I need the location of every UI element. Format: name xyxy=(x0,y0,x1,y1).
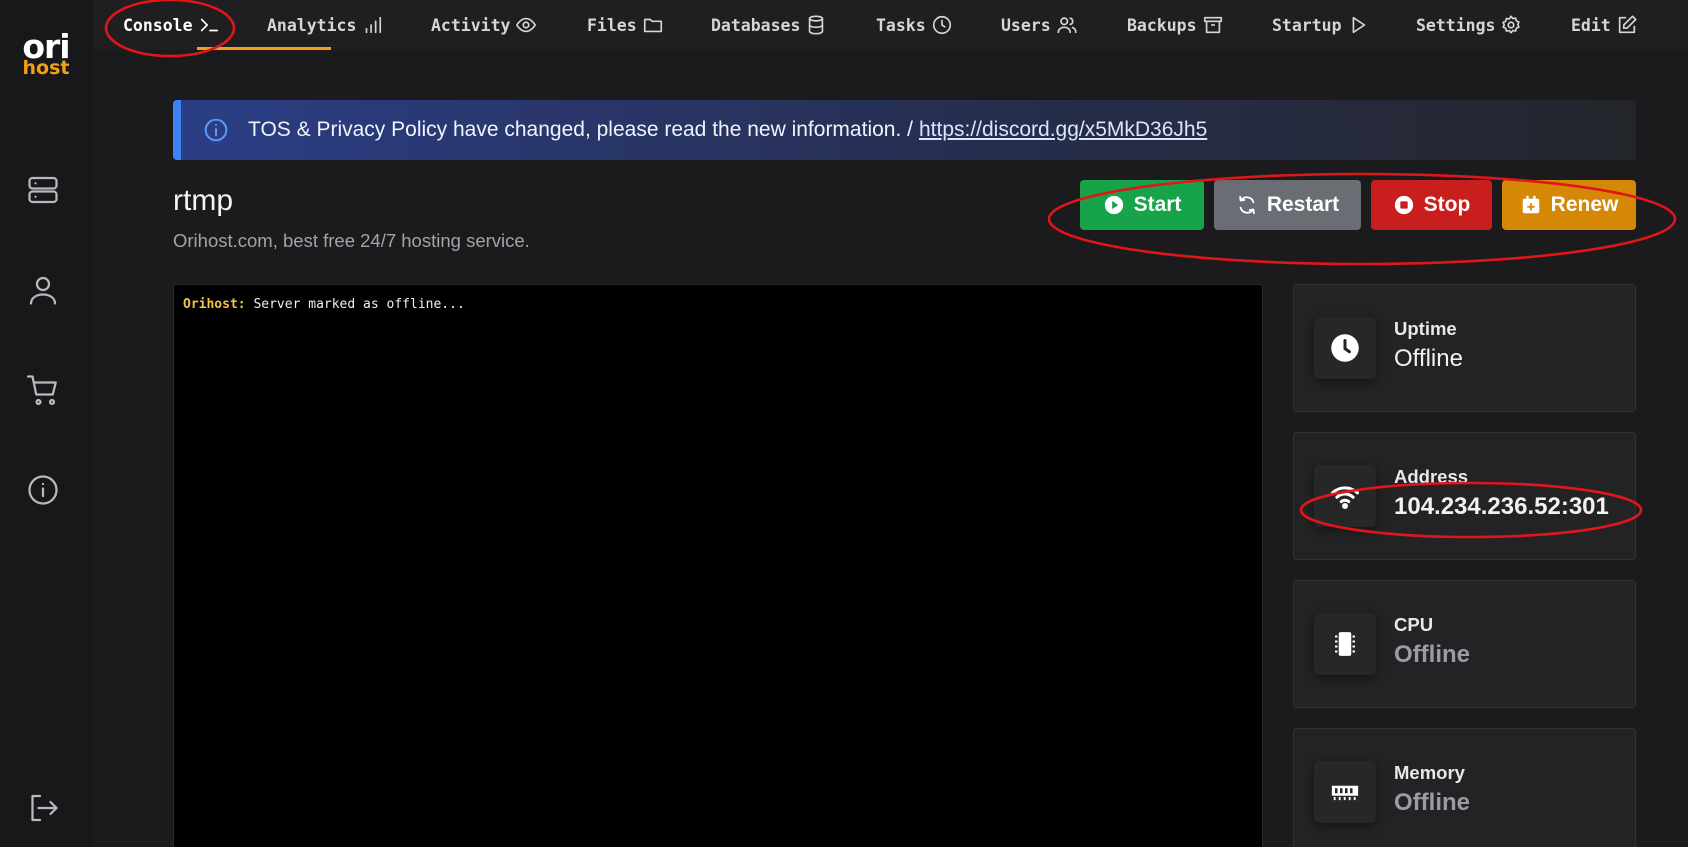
server-name: rtmp xyxy=(173,184,233,217)
tab-backups[interactable]: Backups xyxy=(1127,0,1224,50)
address-icon-box xyxy=(1314,465,1376,527)
announcement-banner: TOS & Privacy Policy have changed, pleas… xyxy=(173,100,1636,160)
users-icon xyxy=(1057,17,1077,34)
bar-chart-icon xyxy=(366,16,382,34)
console-line: Orihost: Server marked as offline... xyxy=(183,297,465,312)
info-icon xyxy=(204,118,228,142)
sidebar-account[interactable] xyxy=(25,272,61,308)
stop-button[interactable]: Stop xyxy=(1371,180,1492,230)
tab-edit[interactable]: Edit xyxy=(1571,0,1638,50)
archive-icon xyxy=(1203,16,1222,34)
sidebar-store[interactable] xyxy=(25,372,61,408)
cpu-card: CPU Offline xyxy=(1293,580,1636,708)
console-prefix: Orihost: xyxy=(183,297,246,312)
user-icon xyxy=(29,276,57,305)
memory-icon-box xyxy=(1314,761,1376,823)
start-label: Start xyxy=(1133,193,1182,216)
announcement-text: TOS & Privacy Policy have changed, pleas… xyxy=(248,100,1207,160)
tab-label: Files xyxy=(587,15,637,35)
active-tab-indicator xyxy=(197,47,331,50)
clock-icon xyxy=(1331,334,1359,362)
tab-label: Tasks xyxy=(876,15,926,35)
stop-label: Stop xyxy=(1423,193,1471,216)
tab-databases[interactable]: Databases xyxy=(711,0,827,50)
restart-label: Restart xyxy=(1266,193,1340,216)
address-value[interactable]: 104.234.236.52:301 xyxy=(1394,493,1629,521)
tab-label: Console xyxy=(123,15,193,35)
calendar-plus-icon xyxy=(1522,195,1539,214)
cpu-icon-box xyxy=(1314,613,1376,675)
discord-link[interactable]: https://discord.gg/x5MkD36Jh5 xyxy=(919,118,1207,142)
memory-label: Memory xyxy=(1394,762,1465,783)
sidebar-info[interactable] xyxy=(25,472,61,508)
brand-logo[interactable]: ori host xyxy=(20,30,72,79)
wifi-icon xyxy=(1331,486,1359,509)
top-navigation: Console Analytics Activity Files Databas… xyxy=(93,0,1688,50)
tab-startup[interactable]: Startup xyxy=(1272,0,1369,50)
tab-label: Startup xyxy=(1272,15,1342,35)
tab-label: Settings xyxy=(1416,15,1496,35)
memory-icon xyxy=(1331,785,1359,801)
clock-icon xyxy=(932,15,951,35)
tab-label: Backups xyxy=(1127,15,1197,35)
memory-value: Offline xyxy=(1394,789,1470,816)
database-icon xyxy=(809,15,824,35)
play-icon xyxy=(1352,16,1365,34)
uptime-icon-box xyxy=(1314,317,1376,379)
tab-tasks[interactable]: Tasks xyxy=(876,0,953,50)
console-message: Server marked as offline... xyxy=(253,297,465,312)
tab-files[interactable]: Files xyxy=(587,0,664,50)
refresh-icon xyxy=(1239,195,1255,215)
sidebar-logout[interactable] xyxy=(25,790,61,826)
gear-icon xyxy=(1502,15,1521,34)
cpu-value: Offline xyxy=(1394,641,1470,668)
tab-console[interactable]: Console xyxy=(123,0,220,50)
memory-card: Memory Offline xyxy=(1293,728,1636,847)
start-button[interactable]: Start xyxy=(1080,180,1204,230)
tab-label: Databases xyxy=(711,15,801,35)
tab-label: Analytics xyxy=(267,15,357,35)
tab-analytics[interactable]: Analytics xyxy=(267,0,383,50)
eye-icon xyxy=(516,17,537,33)
info-icon xyxy=(28,475,58,505)
tab-settings[interactable]: Settings xyxy=(1416,0,1522,50)
edit-icon xyxy=(1618,15,1637,34)
sidebar-servers[interactable] xyxy=(25,172,61,208)
uptime-label: Uptime xyxy=(1394,318,1457,339)
tab-label: Activity xyxy=(431,15,511,35)
tab-label: Users xyxy=(1001,15,1051,35)
renew-label: Renew xyxy=(1550,193,1619,216)
tab-label: Edit xyxy=(1571,15,1611,35)
logo-text-bottom: host xyxy=(22,57,70,79)
uptime-card: Uptime Offline xyxy=(1293,284,1636,412)
logout-icon xyxy=(31,794,58,822)
cpu-icon xyxy=(1335,632,1355,656)
console-output[interactable]: Orihost: Server marked as offline... xyxy=(173,284,1263,847)
server-icon xyxy=(28,176,58,204)
cart-icon xyxy=(26,375,57,406)
play-circle-icon xyxy=(1104,195,1123,215)
cpu-label: CPU xyxy=(1394,614,1434,635)
tab-activity[interactable]: Activity xyxy=(431,0,537,50)
announcement-message: TOS & Privacy Policy have changed, pleas… xyxy=(248,118,913,141)
announcement-accent-bar xyxy=(173,100,181,160)
tab-users[interactable]: Users xyxy=(1001,0,1078,50)
restart-button[interactable]: Restart xyxy=(1214,180,1361,230)
address-label: Address xyxy=(1394,466,1469,487)
address-card: Address 104.234.236.52:301 xyxy=(1293,432,1636,560)
uptime-value: Offline xyxy=(1394,345,1463,372)
stop-circle-icon xyxy=(1394,195,1413,215)
server-description: Orihost.com, best free 24/7 hosting serv… xyxy=(173,230,530,251)
folder-icon xyxy=(643,18,662,33)
sidebar: ori host xyxy=(0,0,93,847)
terminal-icon xyxy=(200,18,218,32)
renew-button[interactable]: Renew xyxy=(1502,180,1636,230)
